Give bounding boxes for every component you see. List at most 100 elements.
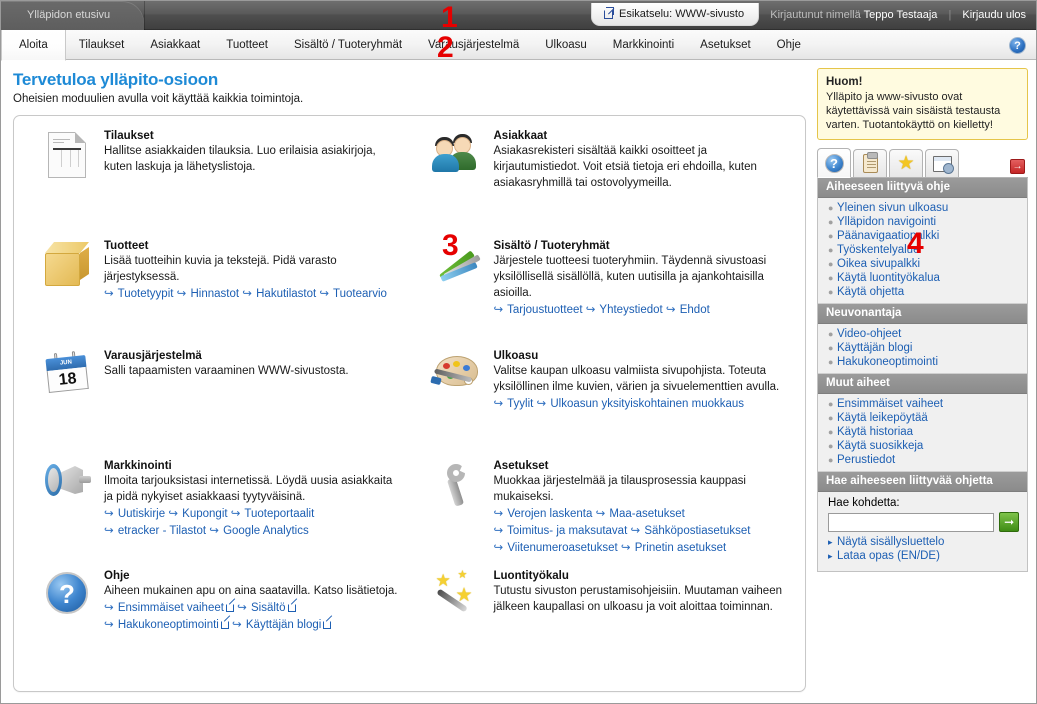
module-title[interactable]: Asiakkaat (494, 130, 792, 142)
arrow-icon: ↪ (230, 508, 241, 520)
module-link[interactable]: ↪ Hakutilastot (242, 288, 316, 300)
bullet-icon: ● (828, 427, 834, 437)
module-link[interactable]: ↪ Sähköpostiasetukset (630, 525, 750, 537)
module-link[interactable]: ↪ Maa-asetukset (596, 508, 685, 520)
nav-tab-ohje[interactable]: Ohje (764, 30, 814, 60)
nav-tab-tuotteet[interactable]: Tuotteet (213, 30, 281, 60)
nav-tab-tilaukset[interactable]: Tilaukset (66, 30, 138, 60)
sidebar-list-item-label[interactable]: Käytä suosikkeja (837, 440, 923, 452)
nav-tab-asiakkaat[interactable]: Asiakkaat (137, 30, 213, 60)
module-link[interactable]: ↪ Tuoteportaalit (231, 508, 315, 520)
module-link[interactable]: ↪ Google Analytics (209, 525, 309, 537)
sidebar-tab-help[interactable]: ? (817, 148, 851, 178)
module-title[interactable]: Ulkoasu (494, 350, 792, 362)
module-link[interactable]: ↪ Ensimmäiset vaiheet (104, 602, 234, 614)
sidebar-list-item-label[interactable]: Käytä luontityökalua (837, 272, 940, 284)
module-link[interactable]: ↪ Tyylit (494, 398, 534, 410)
sidebar-list-item[interactable]: ● Käytä suosikkeja (818, 439, 1027, 453)
module-title[interactable]: Luontityökalu (494, 570, 792, 582)
sidebar-section-title: Neuvonantaja (818, 304, 1027, 324)
module-title[interactable]: Varausjärjestelmä (104, 350, 402, 362)
sidebar-extra-link[interactable]: ▸ Näytä sisällysluettelo (828, 535, 1019, 549)
sidebar-list-item[interactable]: ● Käytä leikepöytää (818, 411, 1027, 425)
module-link[interactable]: ↪ Tuotearvio (319, 288, 387, 300)
arrow-icon: ↪ (104, 508, 114, 520)
nav-tab-aloita[interactable]: Aloita (1, 30, 66, 61)
module-link[interactable]: ↪ Toimitus- ja maksutavat (494, 525, 628, 537)
module-links: ↪ Tyylit ↪ Ulkoasun yksityiskohtainen mu… (494, 396, 792, 413)
arrow-icon: ↪ (104, 288, 114, 300)
sidebar-list-item-label[interactable]: Video-ohjeet (837, 328, 901, 340)
sidebar-list-item[interactable]: ● Käyttäjän blogi (818, 341, 1027, 355)
module-link[interactable]: ↪ Viitenumeroasetukset (494, 542, 618, 554)
module-card[interactable]: ★ ★ ★ Luontityökalu Tutustu sivuston perusta… (410, 568, 800, 678)
sidebar-list-item-label[interactable]: Ensimmäiset vaiheet (837, 398, 943, 410)
sidebar-list-item[interactable]: ● Perustiedot (818, 453, 1027, 467)
sidebar-extra-link[interactable]: ▸ Lataa opas (EN/DE) (828, 549, 1019, 563)
sidebar-list-item[interactable]: ● Hakukoneoptimointi (818, 355, 1027, 369)
module-card[interactable]: JUN 18 Varausjärjestelmä Salli tapaamisten … (20, 348, 410, 458)
nav-tab-varausj-rjestelm[interactable]: Varausjärjestelmä (415, 30, 532, 60)
module-link[interactable]: ↪ Käyttäjän blogi (232, 619, 332, 631)
sidebar-list-item[interactable]: ● Ensimmäiset vaiheet (818, 397, 1027, 411)
module-card[interactable]: Ulkoasu Valitse kaupan ulkoasu valmiista … (410, 348, 800, 458)
module-card[interactable]: ? Ohje Aiheen mukainen apu on aina saatavi… (20, 568, 410, 678)
module-card[interactable]: Tuotteet Lisää tuotteihin kuvia ja tekste… (20, 238, 410, 348)
search-go-button[interactable]: ➞ (999, 512, 1019, 532)
brand-tab[interactable]: Ylläpidon etusivu (1, 1, 146, 30)
arrow-icon: ↪ (209, 525, 219, 537)
module-card[interactable]: Asetukset Muokkaa järjestelmää ja tilausp… (410, 458, 800, 568)
module-title[interactable]: Tilaukset (104, 130, 402, 142)
module-link[interactable]: ↪ Tuotetyypit (104, 288, 173, 300)
module-link[interactable]: ↪ Sisältö (237, 602, 296, 614)
search-input[interactable] (828, 512, 995, 532)
module-title[interactable]: Asetukset (494, 460, 792, 472)
module-link[interactable]: ↪ Hakukoneoptimointi (104, 619, 229, 631)
module-title[interactable]: Tuotteet (104, 240, 402, 252)
add-panel-icon[interactable]: → (1010, 159, 1025, 174)
sidebar-list-item-label[interactable]: Yleinen sivun ulkoasu (837, 202, 948, 214)
nav-tab-markkinointi[interactable]: Markkinointi (600, 30, 687, 60)
sidebar-list-item-label[interactable]: Käyttäjän blogi (837, 342, 912, 354)
nav-tab-asetukset[interactable]: Asetukset (687, 30, 764, 60)
module-link[interactable]: ↪ Ehdot (666, 304, 710, 316)
module-title[interactable]: Markkinointi (104, 460, 402, 472)
help-badge-icon[interactable]: ? (1009, 37, 1026, 54)
preview-website-button[interactable]: Esikatselu: WWW-sivusto (591, 3, 760, 26)
module-link[interactable]: ↪ Hinnastot (177, 288, 239, 300)
sidebar-list-item[interactable]: ● Käytä ohjetta (818, 285, 1027, 299)
sidebar-list-item[interactable]: ● Käytä historiaa (818, 425, 1027, 439)
sidebar-list-item[interactable]: ● Yleinen sivun ulkoasu (818, 201, 1027, 215)
nav-tab-sis-lt-tuoteryhm-t[interactable]: Sisältö / Tuoteryhmät (281, 30, 415, 60)
logout-link[interactable]: Kirjaudu ulos (962, 9, 1026, 21)
module-link[interactable]: ↪ Ulkoasun yksityiskohtainen muokkaus (537, 398, 745, 410)
module-link[interactable]: ↪ Kupongit (168, 508, 227, 520)
module-link[interactable]: ↪ Yhteystiedot (586, 304, 663, 316)
sidebar-extra-link-label[interactable]: Lataa opas (EN/DE) (837, 550, 940, 562)
module-link[interactable]: ↪ Uutiskirje (104, 508, 165, 520)
module-link[interactable]: ↪ Tarjoustuotteet (494, 304, 583, 316)
sidebar-list-item-label[interactable]: Perustiedot (837, 454, 895, 466)
sidebar-tab-history[interactable] (925, 149, 959, 177)
sidebar-list-item[interactable]: ● Käytä luontityökalua (818, 271, 1027, 285)
sidebar-tab-favorites[interactable]: ★ (889, 149, 923, 177)
module-link[interactable]: ↪ Prinetin asetukset (621, 542, 726, 554)
sidebar-list-item-label[interactable]: Hakukoneoptimointi (837, 356, 938, 368)
module-title[interactable]: Ohje (104, 570, 402, 582)
sidebar-list-item-label[interactable]: Käytä ohjetta (837, 286, 904, 298)
module-card[interactable]: Sisältö / Tuoteryhmät Järjestele tuottees… (410, 238, 800, 348)
modules-grid: Tilaukset Hallitse asiakkaiden tilauksia.… (20, 128, 799, 678)
sidebar-list-item-label[interactable]: Käytä historiaa (837, 426, 913, 438)
module-card[interactable]: Asiakkaat Asiakasrekisteri sisältää kaikk… (410, 128, 800, 238)
arrow-icon: ↪ (493, 508, 504, 520)
module-link[interactable]: ↪ Verojen laskenta (494, 508, 593, 520)
module-card[interactable]: Tilaukset Hallitse asiakkaiden tilauksia.… (20, 128, 410, 238)
module-title[interactable]: Sisältö / Tuoteryhmät (494, 240, 792, 252)
sidebar-list-item-label[interactable]: Käytä leikepöytää (837, 412, 928, 424)
sidebar-extra-link-label[interactable]: Näytä sisällysluettelo (837, 536, 944, 548)
sidebar-list-item[interactable]: ● Video-ohjeet (818, 327, 1027, 341)
module-card[interactable]: Markkinointi Ilmoita tarjouksistasi inter… (20, 458, 410, 568)
nav-tab-ulkoasu[interactable]: Ulkoasu (532, 30, 600, 60)
module-link[interactable]: ↪ etracker - Tilastot (104, 525, 206, 537)
sidebar-tab-clipboard[interactable] (853, 149, 887, 177)
